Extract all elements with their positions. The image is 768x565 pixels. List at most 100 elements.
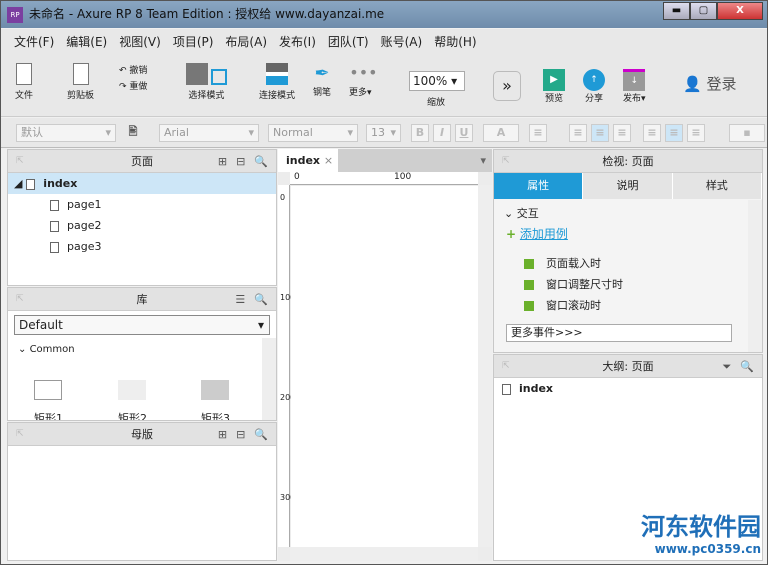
page-item[interactable]: page1 bbox=[8, 194, 276, 215]
menu-help[interactable]: 帮助(H) bbox=[434, 29, 476, 55]
inspector-panel: ⇱ 检视: 页面 属性 说明 样式 ⌄ 交互 + 添加用例 页面载入时 窗口调整尺… bbox=[493, 149, 763, 353]
add-folder-icon[interactable]: ⊟ bbox=[236, 423, 245, 446]
inspector-scrollbar[interactable] bbox=[748, 200, 762, 352]
rectangle2-widget[interactable] bbox=[118, 380, 146, 400]
add-page-icon[interactable]: ⊞ bbox=[218, 150, 227, 173]
menu-edit[interactable]: 编辑(E) bbox=[66, 29, 107, 55]
align-center-button[interactable]: ≡ bbox=[591, 124, 609, 142]
watermark-logo: 河东软件园 www.pc0359.cn bbox=[641, 512, 761, 556]
font-weight-select[interactable]: Normal bbox=[268, 124, 358, 142]
tab-properties[interactable]: 属性 bbox=[494, 173, 584, 199]
bold-button[interactable]: B bbox=[411, 124, 429, 142]
fill-color-button[interactable]: ▪ bbox=[729, 124, 765, 142]
library-panel: ⇱ 库 ☰ 🔍 Default ▾ ⌄ Common 矩形1 矩形2 矩形3 bbox=[7, 287, 277, 421]
rectangle3-widget[interactable] bbox=[201, 380, 229, 400]
redo-button[interactable]: ↷ 重做 bbox=[119, 79, 147, 92]
event-icon bbox=[524, 280, 534, 290]
pin-icon[interactable]: ⇱ bbox=[16, 150, 24, 173]
menu-account[interactable]: 账号(A) bbox=[381, 29, 423, 55]
menu-team[interactable]: 团队(T) bbox=[328, 29, 369, 55]
pin-icon[interactable]: ⇱ bbox=[502, 150, 510, 173]
more-button[interactable]: ••• 更多▾ bbox=[349, 63, 378, 98]
share-button[interactable]: ↑ 分享 bbox=[583, 69, 605, 104]
align-left-button[interactable]: ≡ bbox=[569, 124, 587, 142]
tab-notes[interactable]: 说明 bbox=[583, 173, 673, 199]
pin-icon[interactable]: ⇱ bbox=[16, 423, 24, 446]
align-bottom-button[interactable]: ≡ bbox=[687, 124, 705, 142]
design-canvas[interactable] bbox=[291, 186, 478, 547]
menu-layout[interactable]: 布局(A) bbox=[225, 29, 267, 55]
paste-icon bbox=[72, 63, 89, 85]
undo-button[interactable]: ↶ 撤销 bbox=[119, 63, 147, 76]
minimize-button[interactable]: ▬ bbox=[663, 2, 690, 20]
tab-style[interactable]: 样式 bbox=[672, 173, 762, 199]
event-window-scroll[interactable]: 窗口滚动时 bbox=[494, 295, 762, 316]
vertical-scrollbar[interactable] bbox=[478, 185, 492, 547]
align-middle-button[interactable]: ≡ bbox=[665, 124, 683, 142]
outline-item-index[interactable]: index bbox=[494, 378, 762, 399]
pin-icon[interactable]: ⇱ bbox=[502, 355, 510, 378]
rectangle1-widget[interactable] bbox=[34, 380, 62, 400]
interactions-section[interactable]: ⌄ 交互 bbox=[494, 203, 762, 224]
connect-mode-button[interactable]: 连接模式 bbox=[259, 63, 295, 101]
preview-button[interactable]: ▶ 预览 bbox=[543, 69, 565, 104]
style-edit-icon[interactable]: 🖹 bbox=[124, 124, 142, 142]
page-icon bbox=[502, 383, 511, 395]
menu-icon[interactable]: ☰ bbox=[235, 288, 245, 311]
italic-button[interactable]: I bbox=[433, 124, 451, 142]
publish-button[interactable]: ↓ 发布▾ bbox=[623, 69, 646, 104]
page-icon bbox=[26, 178, 36, 190]
page-item[interactable]: page2 bbox=[8, 215, 276, 236]
search-icon[interactable]: 🔍 bbox=[254, 288, 268, 311]
font-size-select[interactable]: 13 bbox=[366, 124, 401, 142]
horizontal-ruler: 0 100 bbox=[290, 172, 478, 185]
search-icon[interactable]: 🔍 bbox=[740, 355, 754, 378]
tab-menu-icon[interactable]: ▾ bbox=[480, 154, 486, 167]
close-tab-icon[interactable]: × bbox=[324, 154, 333, 167]
zoom-select[interactable]: 100% ▾ bbox=[409, 71, 465, 91]
add-case-link[interactable]: + 添加用例 bbox=[494, 224, 762, 245]
plus-icon: + bbox=[506, 227, 517, 241]
clipboard-button[interactable]: 剪贴板 bbox=[67, 63, 94, 101]
expand-toolbar-button[interactable]: » bbox=[493, 71, 521, 101]
font-select[interactable]: Arial bbox=[159, 124, 259, 142]
filter-icon[interactable]: ⏷ bbox=[722, 355, 731, 378]
menu-project[interactable]: 项目(P) bbox=[173, 29, 214, 55]
menu-file[interactable]: 文件(F) bbox=[14, 29, 54, 55]
pen-button[interactable]: ✒ 钢笔 bbox=[311, 63, 333, 98]
more-events-select[interactable]: 更多事件>>> bbox=[506, 324, 732, 342]
file-button[interactable]: 文件 bbox=[15, 63, 33, 101]
tab-index[interactable]: index × bbox=[278, 149, 338, 172]
font-color-button[interactable]: A bbox=[483, 124, 519, 142]
align-top-button[interactable]: ≡ bbox=[643, 124, 661, 142]
library-scrollbar[interactable] bbox=[262, 338, 276, 420]
search-icon[interactable]: 🔍 bbox=[254, 150, 268, 173]
search-icon[interactable]: 🔍 bbox=[254, 423, 268, 446]
align-right-button[interactable]: ≡ bbox=[613, 124, 631, 142]
maximize-button[interactable]: ▢ bbox=[690, 2, 717, 20]
library-select[interactable]: Default ▾ bbox=[14, 315, 270, 335]
page-icon bbox=[50, 199, 59, 211]
menu-publish[interactable]: 发布(I) bbox=[279, 29, 316, 55]
page-item-index[interactable]: ◢ index bbox=[8, 173, 276, 194]
close-button[interactable]: X bbox=[717, 2, 763, 20]
page-item[interactable]: page3 bbox=[8, 236, 276, 257]
canvas-area: index × ▾ 0 100 0 100 200 300 bbox=[278, 149, 492, 561]
select-mode-icon bbox=[186, 63, 208, 85]
event-page-load[interactable]: 页面载入时 bbox=[494, 253, 762, 274]
bullet-list-button[interactable]: ≡ bbox=[529, 124, 547, 142]
app-window: RP 未命名 - Axure RP 8 Team Edition : 授权给 w… bbox=[0, 0, 768, 565]
horizontal-scrollbar[interactable] bbox=[290, 547, 478, 561]
select-mode-button[interactable]: 选择模式 bbox=[186, 63, 227, 101]
underline-button[interactable]: U bbox=[455, 124, 473, 142]
library-section-common[interactable]: ⌄ Common bbox=[8, 339, 276, 360]
page-icon bbox=[50, 220, 59, 232]
pin-icon[interactable]: ⇱ bbox=[16, 288, 24, 311]
add-master-icon[interactable]: ⊞ bbox=[218, 423, 227, 446]
login-button[interactable]: 👤 登录 bbox=[683, 73, 736, 94]
menu-bar: 文件(F) 编辑(E) 视图(V) 项目(P) 布局(A) 发布(I) 团队(T… bbox=[1, 29, 767, 55]
menu-view[interactable]: 视图(V) bbox=[119, 29, 161, 55]
add-folder-icon[interactable]: ⊟ bbox=[236, 150, 245, 173]
event-window-resize[interactable]: 窗口调整尺寸时 bbox=[494, 274, 762, 295]
style-select[interactable]: 默认 bbox=[16, 124, 116, 142]
